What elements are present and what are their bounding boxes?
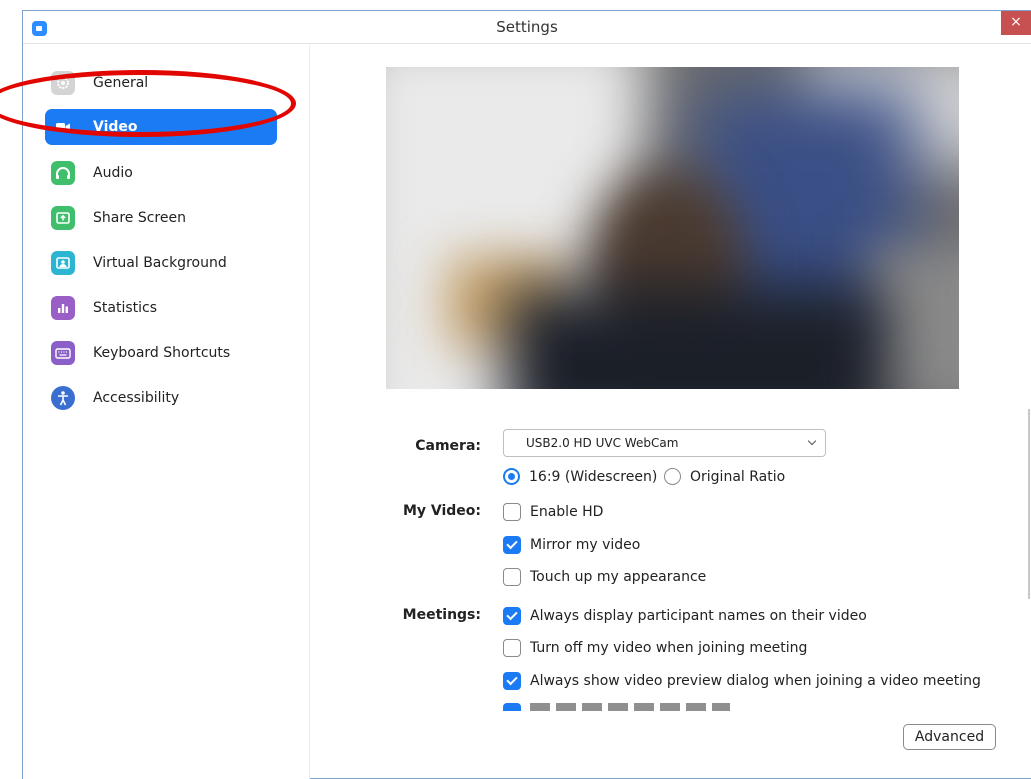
sidebar-item-label: General: [93, 75, 149, 91]
option-label: Turn off my video when joining meeting: [530, 640, 808, 656]
checkbox-checked[interactable]: [503, 672, 521, 690]
sidebar-item-statistics[interactable]: Statistics: [45, 290, 277, 326]
checkbox-checked[interactable]: [503, 703, 521, 711]
checkbox-checked[interactable]: [503, 536, 521, 554]
chevron-down-icon: [807, 436, 817, 446]
sidebar-item-accessibility[interactable]: Accessibility: [45, 380, 277, 416]
settings-window: Settings × General Video Audio Share Scr…: [22, 10, 1031, 779]
checkbox-unchecked[interactable]: [503, 568, 521, 586]
option-label: Always show video preview dialog when jo…: [530, 673, 981, 689]
sidebar-item-label: Keyboard Shortcuts: [93, 345, 231, 361]
option-label: Touch up my appearance: [530, 569, 707, 585]
ratio-option-label: Original Ratio: [690, 468, 786, 485]
sidebar-item-share-screen[interactable]: Share Screen: [45, 200, 277, 236]
ratio-widescreen-option[interactable]: 16:9 (Widescreen): [503, 468, 657, 485]
sidebar-item-label: Accessibility: [93, 390, 180, 406]
video-preview: [386, 67, 959, 389]
touch-up-option[interactable]: Touch up my appearance: [503, 568, 706, 586]
sidebar-item-keyboard-shortcuts[interactable]: Keyboard Shortcuts: [45, 335, 277, 371]
my-video-label: My Video:: [402, 503, 481, 519]
sidebar-item-label: Share Screen: [93, 210, 186, 226]
checkbox-unchecked[interactable]: [503, 639, 521, 657]
camera-label: Camera:: [415, 438, 481, 454]
sidebar-item-label: Statistics: [93, 300, 157, 316]
sidebar-item-label: Virtual Background: [93, 255, 227, 271]
ratio-option-label: 16:9 (Widescreen): [529, 468, 658, 485]
sidebar-item-label: Audio: [93, 165, 133, 181]
enable-hd-option[interactable]: Enable HD: [503, 503, 603, 521]
settings-sidebar: General Video Audio Share Screen Virtual: [23, 45, 310, 779]
mirror-video-option[interactable]: Mirror my video: [503, 536, 640, 554]
video-camera-icon: [51, 115, 75, 139]
preview-dialog-option[interactable]: Always show video preview dialog when jo…: [503, 672, 981, 690]
title-bar: Settings ×: [23, 11, 1031, 44]
advanced-button[interactable]: Advanced: [903, 724, 996, 750]
sidebar-item-label: Video: [93, 119, 138, 135]
sidebar-item-audio[interactable]: Audio: [45, 155, 277, 191]
radio-selected[interactable]: [503, 468, 520, 485]
display-names-option[interactable]: Always display participant names on thei…: [503, 607, 867, 625]
keyboard-icon: [51, 341, 75, 365]
option-label: Mirror my video: [530, 537, 641, 553]
clipped-option-row: [503, 703, 963, 711]
statistics-icon: [51, 296, 75, 320]
camera-select[interactable]: USB2.0 HD UVC WebCam: [503, 429, 826, 457]
close-button[interactable]: ×: [1001, 11, 1031, 35]
clipped-option-text: [530, 703, 730, 711]
checkbox-unchecked[interactable]: [503, 503, 521, 521]
scrollbar[interactable]: [1028, 409, 1030, 599]
headphones-icon: [51, 161, 75, 185]
accessibility-icon: [51, 386, 75, 410]
virtual-background-icon: [51, 251, 75, 275]
window-title: Settings: [496, 18, 558, 36]
camera-select-value: USB2.0 HD UVC WebCam: [526, 436, 679, 450]
radio-unselected[interactable]: [664, 468, 681, 485]
checkbox-checked[interactable]: [503, 607, 521, 625]
option-label: Always display participant names on thei…: [530, 608, 867, 624]
sidebar-item-video[interactable]: Video: [45, 109, 277, 145]
option-label: Enable HD: [530, 504, 604, 520]
share-screen-icon: [51, 206, 75, 230]
meetings-label: Meetings:: [402, 607, 481, 623]
ratio-original-option[interactable]: Original Ratio: [664, 468, 785, 485]
turn-off-video-option[interactable]: Turn off my video when joining meeting: [503, 639, 807, 657]
sidebar-item-virtual-background[interactable]: Virtual Background: [45, 245, 277, 281]
sidebar-item-general[interactable]: General: [45, 65, 277, 101]
gear-icon: [51, 71, 75, 95]
